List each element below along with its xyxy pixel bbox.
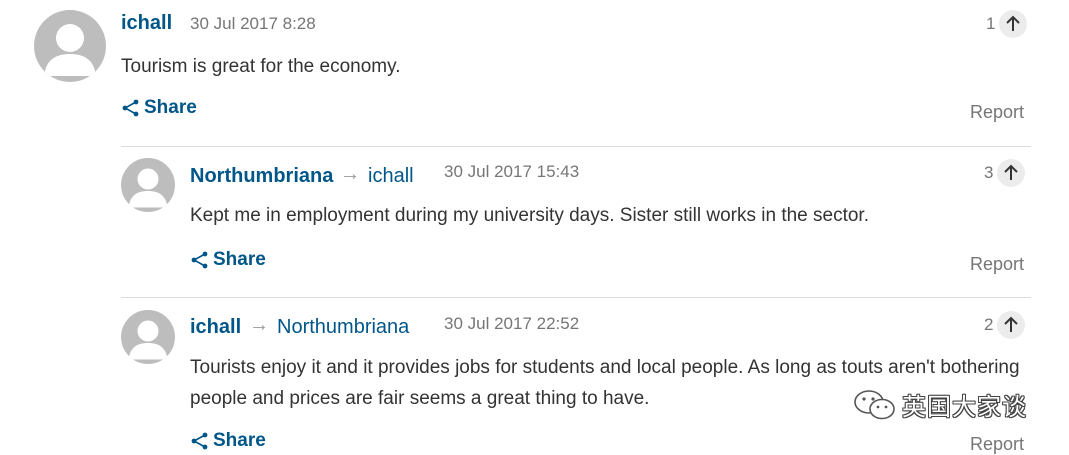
wechat-icon	[854, 389, 895, 419]
avatar[interactable]	[121, 158, 175, 212]
report-link[interactable]: Report	[970, 254, 1024, 275]
recommend-button[interactable]	[997, 159, 1026, 187]
avatar[interactable]	[34, 10, 106, 82]
share-label: Share	[213, 430, 266, 451]
recommend-count: 3	[984, 163, 994, 182]
recommend-widget: 2	[984, 311, 1026, 339]
avatar[interactable]	[121, 310, 175, 364]
reply-to-link[interactable]: Northumbriana	[277, 316, 409, 339]
recommend-widget: 1	[986, 10, 1028, 38]
comment-timestamp[interactable]: 30 Jul 2017 22:52	[444, 314, 579, 334]
report-link[interactable]: Report	[970, 434, 1024, 455]
recommend-button[interactable]	[997, 311, 1026, 339]
comment-author[interactable]: Northumbriana	[190, 165, 333, 188]
comment-author[interactable]: ichall	[121, 12, 172, 35]
comment-body: Tourism is great for the economy.	[121, 56, 401, 77]
reply-arrow-icon: →	[340, 163, 360, 185]
arrow-up-icon	[1004, 164, 1019, 180]
reply-arrow-icon: →	[249, 314, 269, 336]
recommend-widget: 3	[984, 159, 1026, 187]
user-silhouette-icon	[128, 168, 168, 208]
recommend-count: 1	[986, 14, 996, 33]
user-silhouette-icon	[44, 24, 96, 76]
share-icon	[191, 432, 208, 450]
recommend-button[interactable]	[999, 10, 1028, 38]
comment-timestamp[interactable]: 30 Jul 2017 8:28	[190, 14, 316, 34]
comment-timestamp[interactable]: 30 Jul 2017 15:43	[444, 162, 579, 182]
share-icon	[122, 99, 139, 117]
arrow-up-icon	[1004, 316, 1019, 332]
watermark-text: 英国大家谈	[902, 394, 1027, 421]
share-icon	[191, 251, 208, 269]
share-label: Share	[213, 249, 266, 270]
user-silhouette-icon	[128, 320, 168, 360]
arrow-up-icon	[1006, 15, 1021, 31]
share-button[interactable]: Share	[121, 97, 197, 119]
reply-to-link[interactable]: ichall	[368, 165, 414, 188]
wechat-watermark: 英国大家谈	[852, 387, 1027, 422]
comment-author[interactable]: ichall	[190, 316, 241, 339]
comment-body: Kept me in employment during my universi…	[190, 205, 869, 226]
share-button[interactable]: Share	[190, 430, 266, 452]
share-button[interactable]: Share	[190, 249, 266, 271]
report-link[interactable]: Report	[970, 102, 1024, 123]
divider	[121, 297, 1031, 298]
divider	[121, 146, 1031, 147]
share-label: Share	[144, 97, 197, 118]
recommend-count: 2	[984, 315, 994, 334]
